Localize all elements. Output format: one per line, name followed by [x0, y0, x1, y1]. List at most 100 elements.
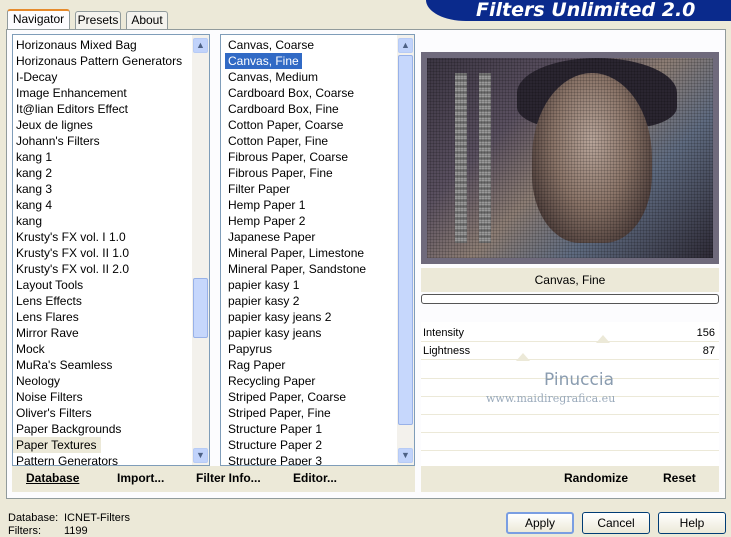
category-item[interactable]: Neology — [13, 373, 209, 389]
tab-navigator[interactable]: Navigator — [7, 9, 70, 31]
scroll-up-icon[interactable]: ▲ — [193, 38, 208, 53]
divider — [421, 432, 719, 433]
category-item[interactable]: Jeux de lignes — [13, 117, 209, 133]
canvas-texture — [427, 58, 713, 258]
scroll-down-icon[interactable]: ▼ — [193, 448, 208, 463]
filter-item[interactable]: Cotton Paper, Coarse — [225, 117, 414, 133]
filter-item[interactable]: Hemp Paper 1 — [225, 197, 414, 213]
category-item[interactable]: Mock — [13, 341, 209, 357]
apply-button[interactable]: Apply — [506, 512, 574, 534]
filter-item[interactable]: Fibrous Paper, Coarse — [225, 149, 414, 165]
category-item[interactable]: kang 3 — [13, 181, 209, 197]
category-item[interactable]: Noise Filters — [13, 389, 209, 405]
filter-info-button[interactable]: Filter Info... — [196, 471, 261, 485]
category-item[interactable]: kang 4 — [13, 197, 209, 213]
help-button[interactable]: Help — [658, 512, 726, 534]
category-item[interactable]: Image Enhancement — [13, 85, 209, 101]
filter-item[interactable]: Canvas, Coarse — [225, 37, 414, 53]
filter-row: Structure Paper 3 — [225, 453, 414, 465]
filter-item[interactable]: Canvas, Fine — [225, 53, 302, 69]
category-list[interactable]: Horizonaus Mixed Bag Horizonaus Pattern G… — [12, 34, 210, 466]
category-item[interactable]: Horizonaus Pattern Generators — [13, 53, 209, 69]
filter-row: papier kasy jeans — [225, 325, 414, 341]
category-item[interactable]: It@lian Editors Effect — [13, 101, 209, 117]
filter-item[interactable]: Papyrus — [225, 341, 414, 357]
filter-item[interactable]: Mineral Paper, Limestone — [225, 245, 414, 261]
category-item[interactable]: Lens Effects — [13, 293, 209, 309]
filter-item[interactable]: papier kasy jeans 2 — [225, 309, 414, 325]
filter-item[interactable]: Striped Paper, Coarse — [225, 389, 414, 405]
status-database: Database: ICNET-Filters — [8, 512, 130, 524]
scroll-thumb[interactable] — [398, 55, 413, 425]
category-item[interactable]: Layout Tools — [13, 277, 209, 293]
category-row: Layout Tools — [13, 277, 209, 293]
filter-item[interactable]: Japanese Paper — [225, 229, 414, 245]
watermark-name: Pinuccia — [544, 370, 614, 390]
category-item[interactable]: Pattern Generators — [13, 453, 209, 465]
filter-item[interactable]: Filter Paper — [225, 181, 414, 197]
category-item[interactable]: Oliver's Filters — [13, 405, 209, 421]
category-row: Neology — [13, 373, 209, 389]
category-item[interactable]: Paper Textures — [13, 437, 101, 453]
preview-filter-name: Canvas, Fine — [421, 268, 719, 292]
filter-item[interactable]: Rag Paper — [225, 357, 414, 373]
filter-item[interactable]: Fibrous Paper, Fine — [225, 165, 414, 181]
category-item[interactable]: Krusty's FX vol. I 1.0 — [13, 229, 209, 245]
slider-intensity[interactable]: Intensity 156 — [421, 324, 719, 343]
filter-list[interactable]: Canvas, Coarse Canvas, Fine Canvas, Medium… — [220, 34, 415, 466]
filter-item[interactable]: Structure Paper 2 — [225, 437, 414, 453]
reset-button[interactable]: Reset — [663, 471, 696, 485]
category-item[interactable]: I-Decay — [13, 69, 209, 85]
filter-row: Filter Paper — [225, 181, 414, 197]
filter-item[interactable]: Hemp Paper 2 — [225, 213, 414, 229]
status-filters-label: Filters: — [8, 525, 41, 537]
category-item[interactable]: Lens Flares — [13, 309, 209, 325]
filter-row: Hemp Paper 1 — [225, 197, 414, 213]
filter-row: Papyrus — [225, 341, 414, 357]
cancel-button[interactable]: Cancel — [582, 512, 650, 534]
left-button-bar: Database Import... Filter Info... Editor… — [12, 466, 415, 492]
filter-row: Hemp Paper 2 — [225, 213, 414, 229]
category-item[interactable]: Johann's Filters — [13, 133, 209, 149]
filter-item[interactable]: papier kasy 2 — [225, 293, 414, 309]
editor-button[interactable]: Editor... — [293, 471, 337, 485]
filter-row: Japanese Paper — [225, 229, 414, 245]
randomize-button[interactable]: Randomize — [564, 471, 628, 485]
category-item[interactable]: kang 1 — [13, 149, 209, 165]
filter-item[interactable]: papier kasy 1 — [225, 277, 414, 293]
scroll-up-icon[interactable]: ▲ — [398, 38, 413, 53]
category-row: Johann's Filters — [13, 133, 209, 149]
filter-item[interactable]: Structure Paper 1 — [225, 421, 414, 437]
filter-item[interactable]: Recycling Paper — [225, 373, 414, 389]
category-item[interactable]: Krusty's FX vol. II 1.0 — [13, 245, 209, 261]
filter-row: Recycling Paper — [225, 373, 414, 389]
category-item[interactable]: Krusty's FX vol. II 2.0 — [13, 261, 209, 277]
preview-image[interactable] — [421, 52, 719, 264]
filter-item[interactable]: Cardboard Box, Coarse — [225, 85, 414, 101]
filter-item[interactable]: papier kasy jeans — [225, 325, 414, 341]
filter-item[interactable]: Cotton Paper, Fine — [225, 133, 414, 149]
scroll-down-icon[interactable]: ▼ — [398, 448, 413, 463]
filter-item[interactable]: Structure Paper 3 — [225, 453, 414, 465]
database-button[interactable]: Database — [26, 471, 79, 485]
filter-item[interactable]: Canvas, Medium — [225, 69, 414, 85]
category-row: kang 2 — [13, 165, 209, 181]
scroll-thumb[interactable] — [193, 278, 208, 338]
category-item[interactable]: kang — [13, 213, 209, 229]
filter-item[interactable]: Mineral Paper, Sandstone — [225, 261, 414, 277]
import-button[interactable]: Import... — [117, 471, 164, 485]
filter-item[interactable]: Cardboard Box, Fine — [225, 101, 414, 117]
category-scrollbar[interactable]: ▲ ▼ — [192, 35, 209, 465]
category-item[interactable]: Horizonaus Mixed Bag — [13, 37, 209, 53]
category-item[interactable]: Mirror Rave — [13, 325, 209, 341]
category-item[interactable]: Paper Backgrounds — [13, 421, 209, 437]
filter-scrollbar[interactable]: ▲ ▼ — [397, 35, 414, 465]
slider-thumb[interactable] — [516, 353, 530, 361]
filter-item[interactable]: Striped Paper, Fine — [225, 405, 414, 421]
slider-lightness[interactable]: Lightness 87 — [421, 342, 719, 361]
tab-presets[interactable]: Presets — [75, 11, 121, 30]
filter-row: Cardboard Box, Fine — [225, 101, 414, 117]
category-item[interactable]: MuRa's Seamless — [13, 357, 209, 373]
category-item[interactable]: kang 2 — [13, 165, 209, 181]
tab-about[interactable]: About — [126, 11, 168, 30]
